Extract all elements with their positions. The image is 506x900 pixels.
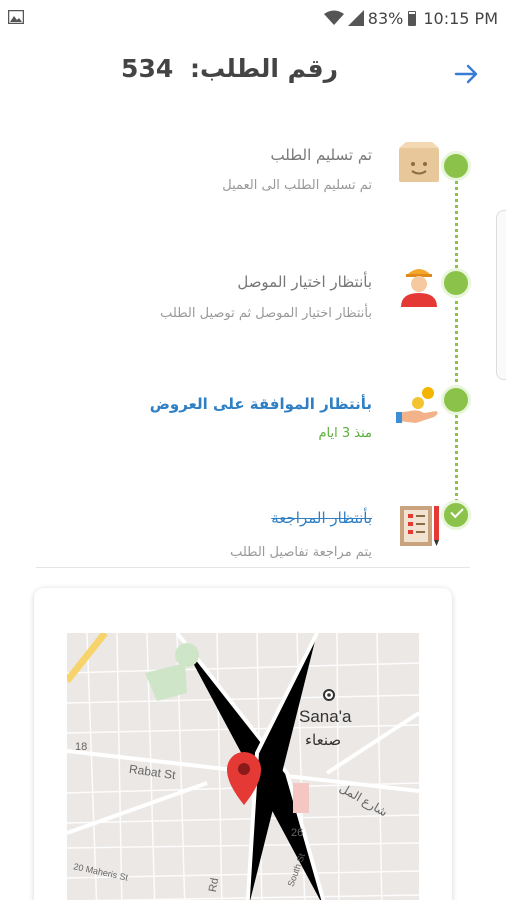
- checklist-icon: [400, 506, 439, 546]
- status-dot: [441, 151, 471, 181]
- map-label-26: 26: [291, 827, 304, 839]
- map-streets: [67, 633, 419, 900]
- wifi-icon: [323, 10, 344, 25]
- step-subtitle: يتم مراجعة تفاصيل الطلب: [230, 545, 372, 560]
- step-title: بأنتظار اختيار الموصل: [237, 273, 372, 291]
- side-drawer-handle[interactable]: [496, 210, 506, 380]
- header: رقم الطلب: 534: [0, 34, 506, 114]
- delivery-person-icon: [401, 269, 437, 307]
- map-card: Sana'a صنعاء Rabat St 18 شارع المل 26 20…: [34, 588, 452, 900]
- package-box-icon: [399, 142, 439, 182]
- map-label-18: 18: [75, 741, 88, 753]
- order-number: 534: [121, 54, 174, 83]
- map-view[interactable]: Sana'a صنعاء Rabat St 18 شارع المل 26 20…: [67, 633, 419, 900]
- divider: [36, 567, 470, 568]
- status-right: 83% 10:15 PM: [323, 8, 498, 28]
- status-dot: [441, 385, 471, 415]
- step-title: بأنتظار المراجعة: [271, 509, 372, 527]
- step-title: بأنتظار الموافقة على العروض: [149, 395, 372, 413]
- hand-coins-icon: [396, 387, 438, 423]
- battery-percent: 83%: [367, 8, 404, 28]
- step-title: تم تسليم الطلب: [270, 146, 372, 164]
- clock: 10:15 PM: [423, 8, 498, 28]
- status-dot: [441, 268, 471, 298]
- status-dot-checked: [441, 500, 471, 530]
- title-label: رقم الطلب:: [189, 54, 338, 83]
- image-notification-icon: [8, 10, 24, 24]
- map-label-city-ar: صنعاء: [305, 732, 342, 749]
- status-bar: 83% 10:15 PM: [0, 0, 506, 34]
- map-label-rd: Rd: [206, 877, 222, 893]
- order-timeline: تم تسليم الطلب تم تسليم الطلب الى العميل…: [0, 118, 506, 578]
- timeline-line: [455, 170, 458, 520]
- step-subtitle: تم تسليم الطلب الى العميل: [222, 178, 372, 193]
- page-title: رقم الطلب: 534: [121, 54, 338, 83]
- battery-icon: [408, 10, 417, 26]
- signal-icon: [347, 10, 364, 26]
- checkmark-icon: [450, 504, 464, 519]
- step-subtitle: منذ 3 ايام: [318, 426, 373, 441]
- step-subtitle: بأنتظار اختيار الموصل ثم توصيل الطلب: [160, 306, 372, 321]
- back-arrow-icon[interactable]: [452, 60, 480, 88]
- map-label-city-en: Sana'a: [299, 707, 352, 726]
